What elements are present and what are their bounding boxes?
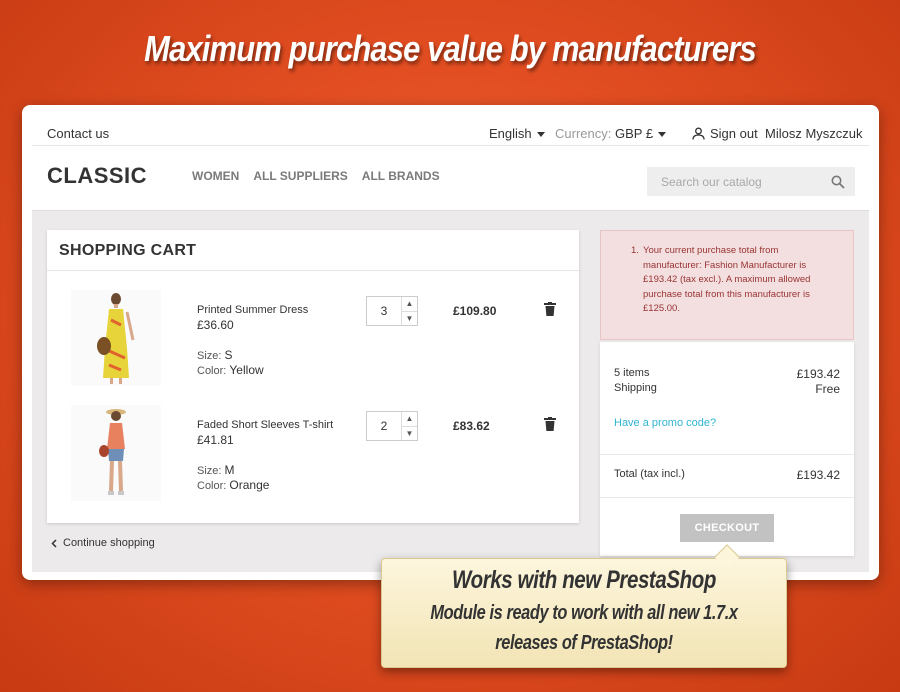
chevron-up-icon[interactable]: ▲ (402, 412, 417, 427)
currency-label: Currency: (555, 126, 612, 141)
currency-value: GBP £ (614, 126, 654, 141)
sign-out-label: Sign out (710, 126, 758, 141)
product-unit-price: £36.60 (197, 318, 234, 332)
divider (32, 145, 869, 146)
checkout-button[interactable]: CHECKOUT (680, 514, 774, 542)
continue-shopping-label: Continue shopping (63, 537, 155, 549)
product-total: £109.80 (453, 304, 497, 318)
color-label: Color: (197, 480, 227, 492)
cart-item: Faded Short Sleeves T-shirt £41.81 Size:… (47, 405, 579, 515)
user-icon (692, 127, 705, 140)
color-value: Yellow (229, 363, 264, 377)
sign-out-link[interactable]: Sign out (692, 126, 758, 141)
shopping-cart: SHOPPING CART Printed Summer Dress £36.6… (47, 230, 579, 523)
cart-title: SHOPPING CART (47, 230, 579, 271)
shipping-label: Shipping (614, 382, 657, 394)
shop-window: Contact us English Currency: GBP £ Sign … (22, 105, 879, 580)
search-input[interactable] (661, 174, 821, 189)
language-value: English (489, 126, 532, 141)
nav-item-brands[interactable]: ALL BRANDS (362, 169, 440, 183)
chevron-down-icon[interactable]: ▼ (402, 427, 417, 441)
product-size: Size: S (197, 348, 233, 362)
callout-line-2: releases of PrestaShop! (495, 632, 673, 654)
items-value: £193.42 (796, 367, 840, 381)
product-size: Size: M (197, 463, 235, 477)
currency-selector[interactable]: Currency: GBP £ (555, 126, 667, 141)
size-label: Size: (197, 350, 222, 362)
language-selector[interactable]: English (489, 126, 545, 141)
color-label: Color: (197, 365, 227, 377)
cart-item: Printed Summer Dress £36.60 Size: S Colo… (47, 290, 579, 400)
chevron-down-icon (658, 132, 667, 138)
product-name[interactable]: Faded Short Sleeves T-shirt (197, 419, 333, 431)
callout-text: Module is ready to work with all new 1.7… (427, 598, 742, 658)
alert-message: Your current purchase total from manufac… (643, 245, 811, 315)
shipping-value: Free (815, 382, 840, 396)
trash-icon[interactable] (544, 302, 556, 316)
nav-item-suppliers[interactable]: ALL SUPPLIERS (253, 169, 347, 183)
size-label: Size: (197, 465, 222, 477)
product-color: Color: Yellow (197, 363, 264, 377)
divider (600, 454, 854, 455)
product-unit-price: £41.81 (197, 433, 234, 447)
chevron-down-icon (536, 132, 545, 138)
summary-shipping-row: Shipping Free (614, 382, 840, 396)
summary-total-row: Total (tax incl.) £193.42 (614, 468, 840, 482)
search-box (647, 167, 855, 196)
size-value: S (224, 348, 233, 362)
product-color: Color: Orange (197, 478, 269, 492)
search-icon[interactable] (831, 175, 845, 189)
total-label: Total (tax incl.) (614, 468, 685, 480)
cart-page: SHOPPING CART Printed Summer Dress £36.6… (32, 210, 869, 572)
divider (600, 497, 854, 498)
top-nav: Contact us English Currency: GBP £ Sign … (22, 105, 879, 143)
callout-line-1: Module is ready to work with all new 1.7… (430, 602, 738, 624)
chevron-down-icon[interactable]: ▼ (402, 312, 417, 326)
size-value: M (224, 463, 235, 477)
quantity-stepper: 2 ▲ ▼ (366, 411, 418, 441)
product-name[interactable]: Printed Summer Dress (197, 304, 308, 316)
max-purchase-alert: 1. Your current purchase total from manu… (600, 230, 854, 340)
quantity-input[interactable]: 3 (367, 297, 401, 325)
info-callout: Works with new PrestaShop Module is read… (381, 544, 787, 668)
contact-link[interactable]: Contact us (47, 126, 109, 141)
quantity-input[interactable]: 2 (367, 412, 401, 440)
continue-shopping-link[interactable]: Continue shopping (51, 537, 155, 549)
color-value: Orange (229, 478, 270, 492)
product-total: £83.62 (453, 419, 490, 433)
promo-code-link[interactable]: Have a promo code? (614, 417, 716, 429)
account-link[interactable]: Milosz Myszczuk (765, 126, 863, 141)
chevron-up-icon[interactable]: ▲ (402, 297, 417, 312)
chevron-left-icon (51, 538, 57, 548)
summary-items-row: 5 items £193.42 (614, 367, 840, 381)
main-nav: WOMEN ALL SUPPLIERS ALL BRANDS (192, 169, 440, 183)
shop-logo[interactable]: CLASSIC (47, 163, 147, 189)
product-image-tshirt[interactable] (71, 405, 161, 501)
banner-title: Maximum purchase value by manufacturers (144, 28, 757, 69)
quantity-stepper: 3 ▲ ▼ (366, 296, 418, 326)
callout-title: Works with new PrestaShop (452, 566, 716, 594)
items-label: 5 items (614, 367, 650, 379)
product-image-dress[interactable] (71, 290, 161, 386)
total-value: £193.42 (796, 468, 840, 482)
cart-summary: 5 items £193.42 Shipping Free Have a pro… (600, 342, 854, 556)
nav-item-women[interactable]: WOMEN (192, 169, 239, 183)
alert-number: 1. (631, 245, 639, 256)
trash-icon[interactable] (544, 417, 556, 431)
